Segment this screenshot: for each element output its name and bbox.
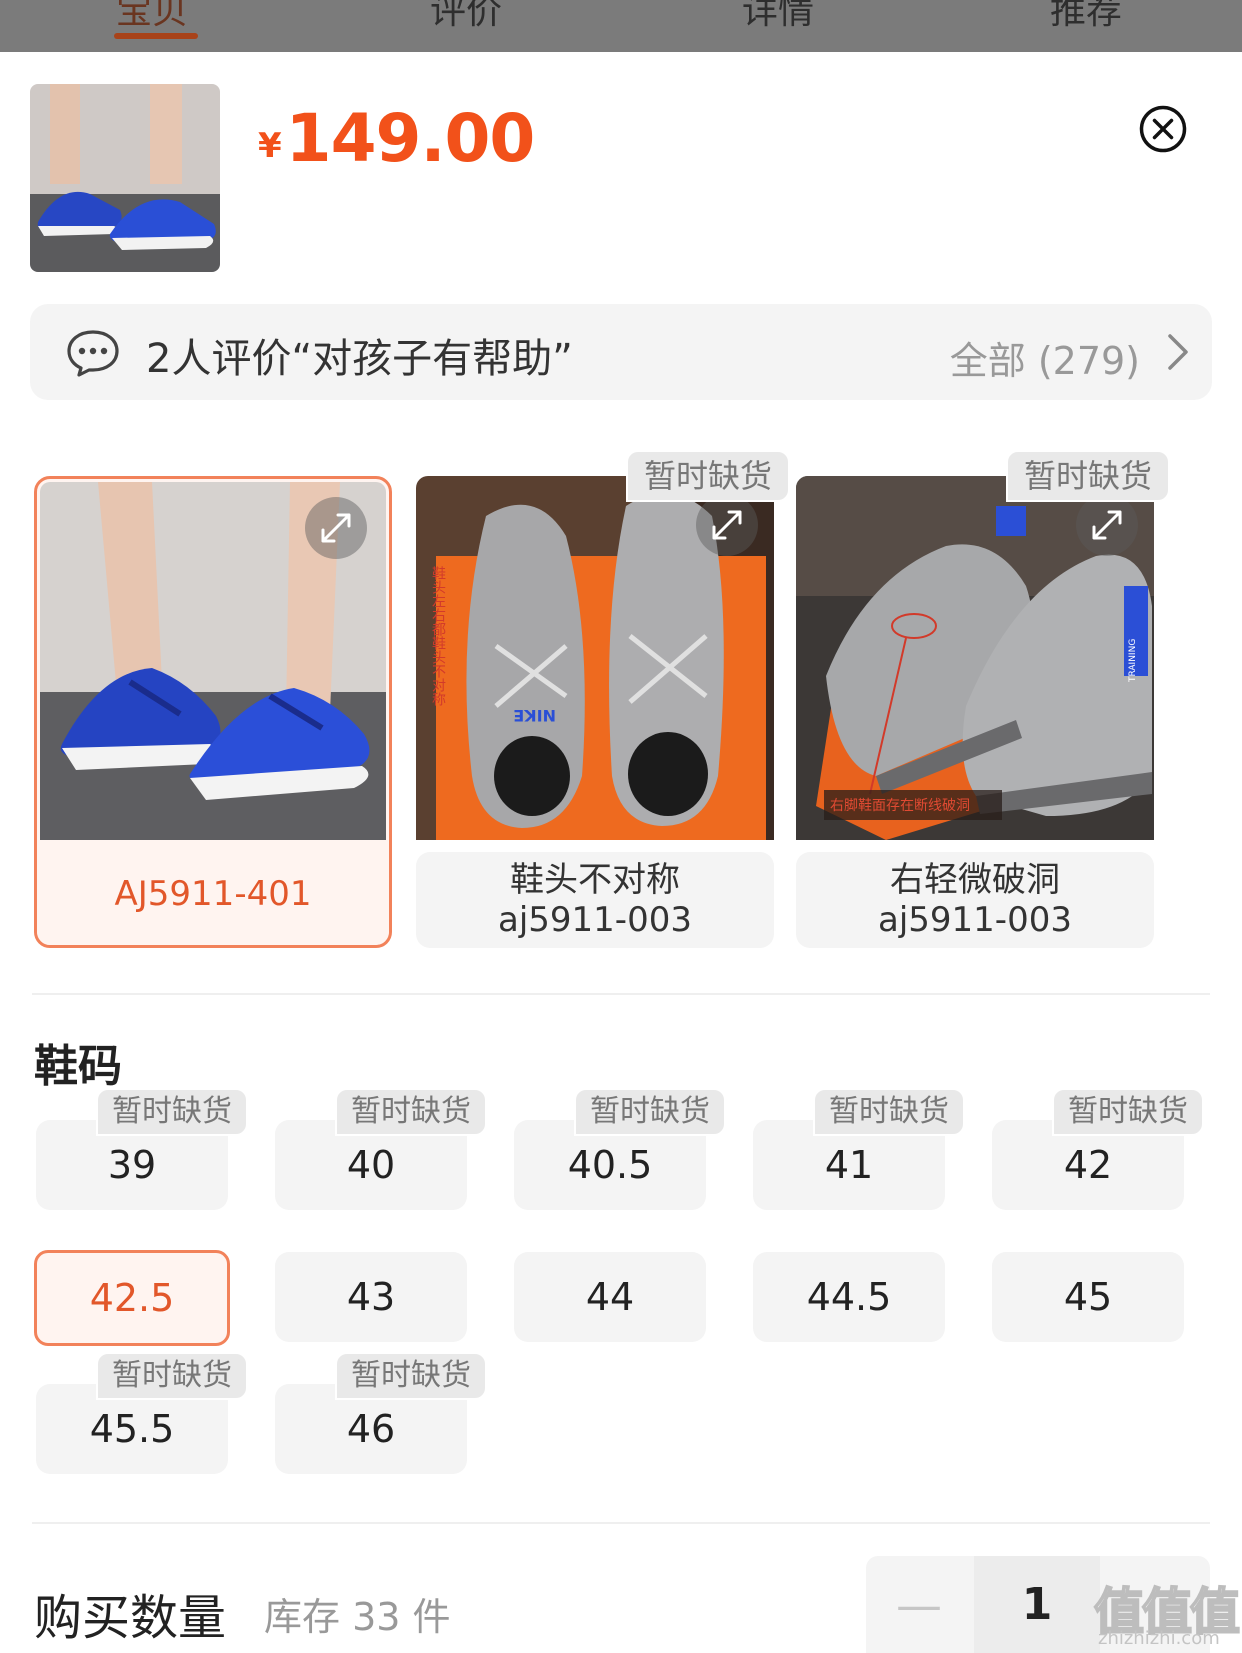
out-of-stock-badge: 暂时缺货 bbox=[335, 1088, 487, 1136]
product-thumbnail[interactable] bbox=[30, 84, 220, 272]
size-label: 40.5 bbox=[567, 1143, 653, 1187]
active-tab-indicator bbox=[114, 33, 198, 39]
size-option-45-5[interactable]: 45.5 暂时缺货 bbox=[36, 1352, 248, 1474]
tab-product[interactable]: 宝贝 bbox=[116, 0, 188, 34]
out-of-stock-badge: 暂时缺货 bbox=[1052, 1088, 1204, 1136]
top-nav: 宝贝 评价 详情 推荐 bbox=[0, 0, 1242, 52]
size-label: 40 bbox=[346, 1143, 396, 1187]
section-divider bbox=[32, 1522, 1210, 1524]
out-of-stock-badge: 暂时缺货 bbox=[335, 1352, 487, 1400]
price: ¥149.00 bbox=[258, 100, 536, 177]
size-option-42[interactable]: 42 暂时缺货 bbox=[992, 1088, 1204, 1210]
size-option-40-5[interactable]: 40.5 暂时缺货 bbox=[514, 1088, 726, 1210]
variant-label: 右轻微破洞 aj5911-003 bbox=[796, 852, 1154, 948]
size-option-40[interactable]: 40 暂时缺货 bbox=[275, 1088, 487, 1210]
variant-code: AJ5911-401 bbox=[114, 874, 312, 914]
currency-symbol: ¥ bbox=[258, 126, 282, 166]
out-of-stock-badge: 暂时缺货 bbox=[574, 1088, 726, 1136]
out-of-stock-badge: 暂时缺货 bbox=[96, 1088, 248, 1136]
photo-side-caption: 鞋头左右都鞋头不对称 bbox=[430, 566, 446, 707]
size-option-44[interactable]: 44 bbox=[514, 1252, 706, 1342]
photo-side-text: TRAINING bbox=[1128, 639, 1138, 683]
expand-icon[interactable] bbox=[696, 494, 758, 556]
size-option-39[interactable]: 39 暂时缺货 bbox=[36, 1088, 248, 1210]
quantity-title: 购买数量 bbox=[34, 1590, 227, 1646]
out-of-stock-badge: 暂时缺货 bbox=[625, 450, 790, 502]
size-label: 39 bbox=[107, 1143, 157, 1187]
size-label: 43 bbox=[346, 1275, 396, 1319]
tab-reviews[interactable]: 评价 bbox=[430, 0, 502, 34]
size-option-44-5[interactable]: 44.5 bbox=[753, 1252, 945, 1342]
size-label: 46 bbox=[346, 1407, 396, 1451]
tab-details[interactable]: 详情 bbox=[742, 0, 814, 34]
size-option-43[interactable]: 43 bbox=[275, 1252, 467, 1342]
increment-button[interactable] bbox=[1102, 1556, 1210, 1653]
size-label: 44.5 bbox=[806, 1275, 892, 1319]
review-summary-bar[interactable]: 2人评价“对孩子有帮助” 全部 (279) bbox=[30, 304, 1212, 400]
variant-card-small-hole[interactable]: 右脚鞋面存在断线破洞 TRAINING 暂时缺货 右轻微破洞 aj5911-00… bbox=[796, 450, 1170, 948]
chevron-right-icon bbox=[1168, 334, 1188, 370]
photo-bottom-caption: 右脚鞋面存在断线破洞 bbox=[830, 798, 970, 814]
size-option-42-5[interactable]: 42.5 bbox=[34, 1250, 230, 1346]
blue-shoes-image bbox=[30, 84, 220, 272]
size-option-46[interactable]: 46 暂时缺货 bbox=[275, 1352, 487, 1474]
variant-code: aj5911-003 bbox=[498, 900, 692, 940]
variant-defect: 鞋头不对称 bbox=[510, 860, 680, 900]
variant-card-aj5911-401[interactable]: AJ5911-401 bbox=[34, 476, 392, 948]
box-logo-text: NIKE bbox=[513, 706, 556, 725]
out-of-stock-badge: 暂时缺货 bbox=[96, 1352, 248, 1400]
decrement-button[interactable]: — bbox=[866, 1556, 972, 1653]
review-highlight-text: 2人评价“对孩子有帮助” bbox=[146, 336, 573, 382]
expand-icon[interactable] bbox=[305, 497, 367, 559]
size-label: 44 bbox=[585, 1275, 635, 1319]
size-label: 41 bbox=[824, 1143, 874, 1187]
stock-count: 库存 33 件 bbox=[264, 1595, 451, 1639]
all-reviews-count[interactable]: 全部 (279) bbox=[950, 330, 1140, 385]
chat-bubble-icon bbox=[67, 330, 119, 377]
size-label: 42 bbox=[1063, 1143, 1113, 1187]
expand-icon[interactable] bbox=[1076, 494, 1138, 556]
tab-recommend[interactable]: 推荐 bbox=[1050, 0, 1122, 34]
size-label: 42.5 bbox=[89, 1276, 175, 1320]
section-divider bbox=[32, 993, 1210, 995]
size-option-41[interactable]: 41 暂时缺货 bbox=[753, 1088, 965, 1210]
close-circle-icon[interactable] bbox=[1139, 105, 1187, 153]
variant-card-asymmetric-toe[interactable]: 鞋头左右都鞋头不对称 NIKE 暂时缺货 鞋头不对称 aj5911-003 bbox=[416, 450, 790, 948]
quantity-value[interactable]: 1 bbox=[974, 1556, 1100, 1653]
out-of-stock-badge: 暂时缺货 bbox=[813, 1088, 965, 1136]
size-label: 45 bbox=[1063, 1275, 1113, 1319]
quantity-stepper: — 1 bbox=[866, 1556, 1210, 1653]
size-label: 45.5 bbox=[89, 1407, 175, 1451]
variant-code: aj5911-003 bbox=[878, 900, 1072, 940]
out-of-stock-badge: 暂时缺货 bbox=[1005, 450, 1170, 502]
variant-label: 鞋头不对称 aj5911-003 bbox=[416, 852, 774, 948]
variant-defect: 右轻微破洞 bbox=[890, 860, 1060, 900]
size-section-title: 鞋码 bbox=[34, 1041, 122, 1092]
size-option-45[interactable]: 45 bbox=[992, 1252, 1184, 1342]
price-amount: 149.00 bbox=[285, 100, 536, 177]
variant-label: AJ5911-401 bbox=[37, 843, 389, 945]
